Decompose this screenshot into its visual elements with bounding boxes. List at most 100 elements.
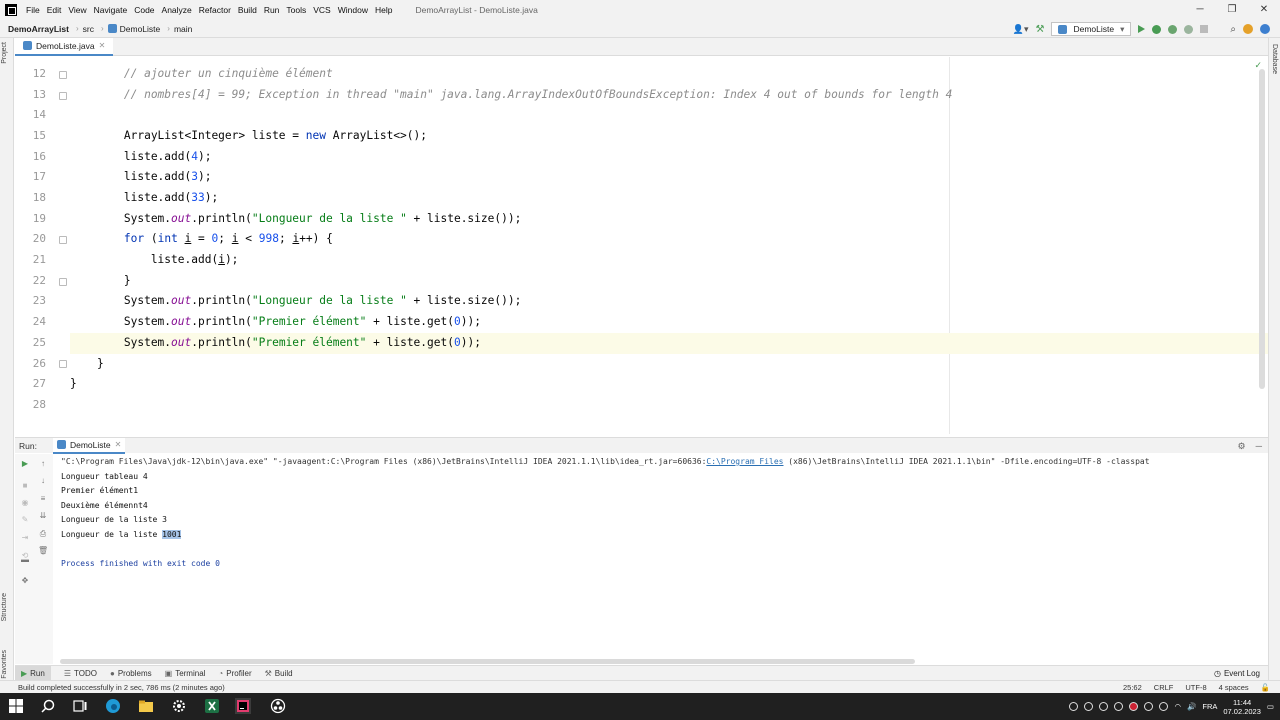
search-icon[interactable] [40, 698, 56, 714]
project-panel-toggle[interactable]: Project [1, 42, 8, 64]
lock-icon[interactable]: 🔓 [1261, 683, 1270, 692]
line-separator[interactable]: CRLF [1154, 683, 1174, 692]
bottom-tab-build[interactable]: ⚒ Build [265, 669, 293, 678]
update-icon[interactable] [1243, 24, 1253, 34]
menu-code[interactable]: Code [134, 5, 154, 15]
close-window-button[interactable]: ✕ [1248, 0, 1280, 20]
menu-vcs[interactable]: VCS [313, 5, 330, 15]
fold-marker[interactable] [59, 92, 67, 100]
close-tab-icon[interactable]: ✕ [99, 41, 106, 50]
notification-icon[interactable]: ▭ [1267, 702, 1274, 711]
database-panel-toggle[interactable]: Database [1271, 44, 1278, 74]
menu-view[interactable]: View [68, 5, 86, 15]
file-encoding[interactable]: UTF-8 [1185, 683, 1206, 692]
system-clock[interactable]: 11:44 07.02.2023 [1223, 698, 1261, 716]
arrow-up-icon[interactable]: ↑ [38, 459, 48, 469]
print-icon[interactable]: ⎙ [38, 529, 48, 539]
hammer-build-icon[interactable]: ⚒ [1036, 24, 1045, 35]
trash-icon[interactable]: 🗑 [38, 546, 48, 556]
bottom-tab-run[interactable]: ▶ Run [15, 665, 51, 681]
menu-build[interactable]: Build [238, 5, 257, 15]
excel-icon[interactable] [204, 698, 220, 714]
obs-icon[interactable] [270, 698, 286, 714]
menu-navigate[interactable]: Navigate [94, 5, 128, 15]
menu-edit[interactable]: Edit [47, 5, 62, 15]
tray-icon[interactable] [1099, 702, 1109, 711]
file-explorer-icon[interactable] [138, 698, 154, 714]
profile-icon[interactable] [1184, 24, 1194, 34]
run-panel-header: Run: DemoListe ✕ ⚙ ─ [15, 437, 1268, 454]
close-run-tab-icon[interactable]: ✕ [115, 440, 122, 449]
pin-icon[interactable]: ✥ [20, 576, 30, 586]
editor-scrollbar[interactable] [1259, 69, 1265, 389]
windows-start-icon[interactable] [8, 698, 24, 714]
menu-help[interactable]: Help [375, 5, 392, 15]
tray-icon[interactable] [1129, 702, 1139, 711]
menu-file[interactable]: File [26, 5, 40, 15]
wifi-icon[interactable]: ◠ [1174, 702, 1181, 711]
event-log-button[interactable]: ◷ Event Log [1214, 666, 1260, 681]
arrow-down-icon[interactable]: ↓ [38, 476, 48, 486]
menu-window[interactable]: Window [338, 5, 368, 15]
breadcrumb-method[interactable]: main [174, 24, 192, 34]
stop-icon[interactable]: ■ [20, 481, 30, 491]
layout-icon[interactable]: ▬ [20, 555, 30, 565]
menu-refactor[interactable]: Refactor [199, 5, 231, 15]
editor-tab-demoliste[interactable]: DemoListe.java ✕ [15, 37, 114, 56]
breadcrumb-project[interactable]: DemoArrayList [8, 24, 69, 34]
camera-icon[interactable]: ◉ [20, 498, 30, 508]
settings-gear-icon[interactable]: ⚙ [1238, 441, 1246, 452]
run-configuration-select[interactable]: DemoListe ▾ [1051, 22, 1132, 36]
settings-app-icon[interactable] [171, 698, 187, 714]
path-link[interactable]: C:\Program Files [706, 457, 783, 466]
hide-panel-icon[interactable]: ─ [1256, 441, 1262, 451]
search-icon[interactable]: ⌕ [1230, 24, 1236, 35]
maximize-button[interactable]: ❐ [1216, 0, 1248, 20]
tray-icon[interactable] [1114, 702, 1124, 711]
user-icon[interactable]: 👤▾ [1013, 24, 1029, 35]
debug-icon[interactable] [1152, 24, 1162, 34]
fold-marker[interactable] [59, 278, 67, 286]
edge-browser-icon[interactable] [105, 698, 121, 714]
stop-icon[interactable] [1200, 25, 1209, 33]
fold-marker[interactable] [59, 360, 67, 368]
exit-icon[interactable]: ⇥ [20, 533, 30, 543]
soft-wrap-icon[interactable]: ≡ [38, 494, 48, 504]
tray-icon[interactable] [1144, 702, 1154, 711]
caret-position[interactable]: 25:62 [1123, 683, 1142, 692]
structure-panel-toggle[interactable]: Structure [1, 593, 8, 621]
bottom-tab-problems[interactable]: ● Problems [110, 669, 152, 678]
run-toolbar: ▶ ↑ ■ ↓ ◉ ≡ ✎ ⇊ ⇥ ⎙ ⟲ 🗑 ▬ ✥ [15, 454, 53, 664]
console-output[interactable]: "C:\Program Files\Java\jdk-12\bin\java.e… [53, 454, 1268, 660]
minimize-button[interactable]: ─ [1184, 0, 1216, 20]
code-editor[interactable]: 12 13 14 15 16 17 18 19 20 21 22 23 24 2… [15, 57, 1268, 434]
menu-tools[interactable]: Tools [286, 5, 306, 15]
status-message[interactable]: Build completed successfully in 2 sec, 7… [18, 683, 225, 692]
intellij-idea-icon[interactable] [235, 698, 251, 714]
console-horizontal-scrollbar[interactable] [60, 659, 915, 664]
bottom-tab-profiler[interactable]: ◔ Profiler [218, 669, 251, 678]
menu-analyze[interactable]: Analyze [162, 5, 192, 15]
fold-marker[interactable] [59, 236, 67, 244]
run-icon[interactable] [1138, 25, 1146, 33]
breadcrumb-folder[interactable]: src [83, 24, 94, 34]
breadcrumb-class[interactable]: DemoListe [120, 24, 161, 34]
bottom-tab-terminal[interactable]: ▣ Terminal [165, 669, 206, 678]
scroll-to-end-icon[interactable]: ⇊ [38, 511, 48, 521]
tray-icon[interactable] [1069, 702, 1079, 711]
indent-setting[interactable]: 4 spaces [1219, 683, 1249, 692]
jetbrains-icon[interactable] [1260, 24, 1270, 34]
rerun-icon[interactable]: ▶ [20, 459, 30, 469]
language-indicator[interactable]: FRA [1202, 702, 1217, 711]
tray-icon[interactable] [1159, 702, 1169, 711]
menu-run[interactable]: Run [264, 5, 280, 15]
wrench-icon[interactable]: ✎ [20, 515, 30, 525]
bottom-tab-todo[interactable]: ☰ TODO [64, 669, 97, 678]
favorites-panel-toggle[interactable]: Favorites [1, 650, 8, 679]
tray-icon[interactable] [1084, 702, 1094, 711]
run-tab-demoliste[interactable]: DemoListe ✕ [52, 437, 126, 454]
fold-marker[interactable] [59, 71, 67, 79]
task-view-icon[interactable] [72, 698, 88, 714]
coverage-icon[interactable] [1168, 24, 1178, 34]
volume-icon[interactable]: 🔊 [1187, 702, 1196, 711]
